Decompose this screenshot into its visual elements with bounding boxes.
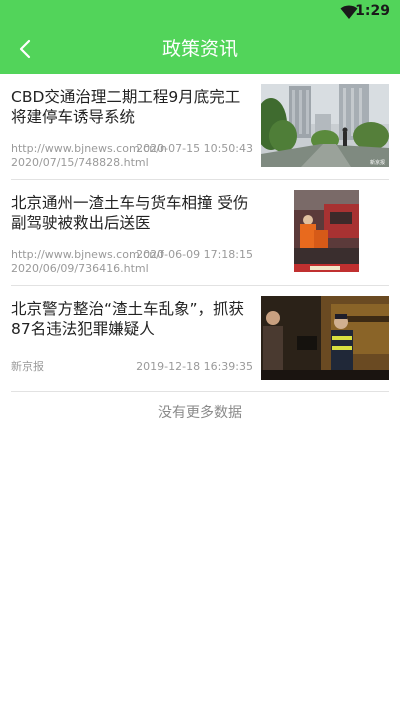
news-title: 北京通州一渣土车与货车相撞 受伤副驾驶被救出后送医	[11, 194, 249, 232]
app-bar: 政策资讯	[0, 24, 400, 74]
news-time: 2020-06-09 17:18:15	[136, 248, 253, 261]
news-title: CBD交通治理二期工程9月底完工将建停车诱导系统	[11, 88, 241, 126]
news-time: 2019-12-18 16:39:35	[136, 360, 253, 373]
status-time: 1:29	[355, 3, 390, 19]
news-time: 2020-07-15 10:50:43	[136, 142, 253, 155]
news-item[interactable]: 北京警方整治“渣土车乱象”，抓获87名违法犯罪嫌疑人 新京报 2019-12-1…	[11, 286, 389, 392]
status-bar: 1:29	[0, 0, 400, 24]
no-more-data-text: 没有更多数据	[158, 405, 242, 421]
news-title: 北京警方整治“渣土车乱象”，抓获87名违法犯罪嫌疑人	[11, 300, 245, 338]
news-thumbnail: 新京报	[261, 84, 389, 167]
news-list: CBD交通治理二期工程9月底完工将建停车诱导系统 http://www.bjne…	[11, 74, 389, 392]
news-thumbnail	[261, 296, 389, 380]
page-title: 政策资讯	[161, 38, 238, 60]
news-item[interactable]: 北京通州一渣土车与货车相撞 受伤副驾驶被救出后送医 http://www.bjn…	[11, 180, 389, 286]
back-chevron-icon[interactable]	[14, 37, 38, 61]
news-thumbnail	[294, 190, 359, 272]
news-source: 新京报	[11, 360, 44, 373]
svg-text:新京报: 新京报	[370, 159, 385, 166]
news-item[interactable]: CBD交通治理二期工程9月底完工将建停车诱导系统 http://www.bjne…	[11, 74, 389, 180]
